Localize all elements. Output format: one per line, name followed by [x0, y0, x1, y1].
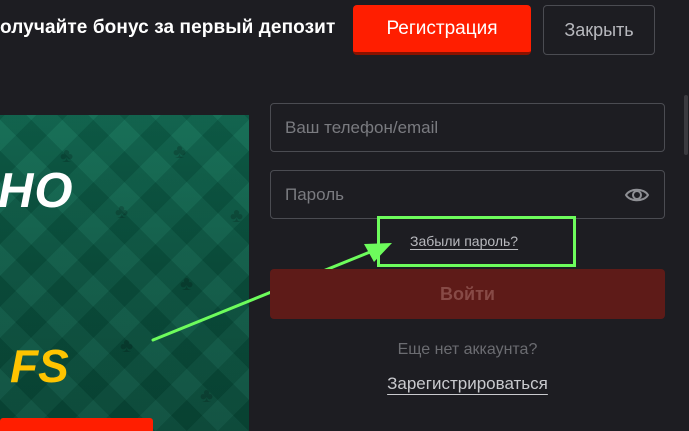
scrollbar[interactable]: [684, 95, 688, 155]
close-button[interactable]: Закрыть: [543, 5, 655, 55]
club-suit-icon: ♣: [180, 273, 194, 295]
top-bar: олучайте бонус за первый депозит Регистр…: [0, 0, 689, 62]
eye-icon[interactable]: [624, 184, 650, 206]
forgot-password-link[interactable]: Забыли пароль?: [410, 233, 518, 249]
promo-banner[interactable]: ♣ ♣ ♣ ♣ ♣ ♣ ♣ НО FS: [0, 115, 249, 431]
banner-cta-button[interactable]: [0, 418, 153, 431]
club-suit-icon: ♣: [120, 335, 134, 357]
login-button[interactable]: Войти: [270, 269, 665, 319]
password-input[interactable]: [271, 171, 664, 218]
free-spins-label: FS: [10, 340, 69, 392]
club-suit-icon: ♣: [173, 141, 187, 163]
banner-title: НО: [0, 164, 74, 218]
no-account-text: Еще нет аккаунта?: [397, 341, 538, 358]
register-link[interactable]: Зарегистрироваться: [270, 374, 665, 394]
register-link-label[interactable]: Зарегистрироваться: [387, 374, 548, 393]
club-suit-icon: ♣: [115, 201, 129, 223]
club-suit-icon: ♣: [230, 205, 244, 227]
register-button[interactable]: Регистрация: [353, 5, 531, 55]
login-field[interactable]: [270, 103, 665, 152]
promo-text: олучайте бонус за первый депозит: [0, 17, 336, 38]
password-field[interactable]: [270, 170, 665, 219]
login-input[interactable]: [271, 104, 664, 151]
club-suit-icon: ♣: [200, 385, 214, 407]
